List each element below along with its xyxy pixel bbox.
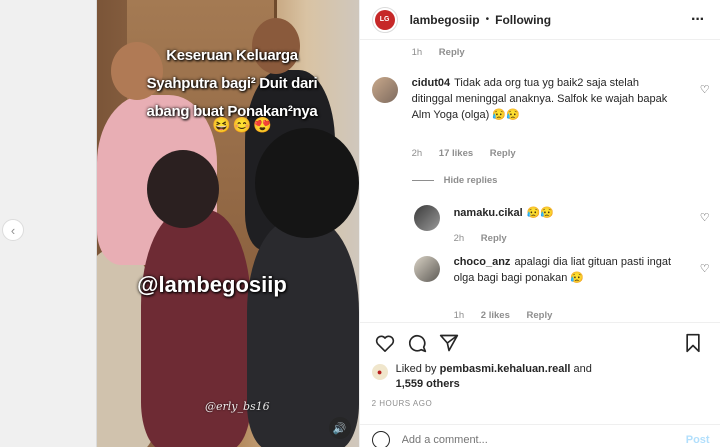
comment-time: 2h: [453, 233, 465, 244]
post-actions: [359, 322, 720, 362]
reply-item: choco_anz apalagi dia liat gituan pasti i…: [360, 254, 720, 321]
video-handle-overlay: @lambegosiip: [137, 272, 287, 297]
comment-meta: 1h Reply: [412, 47, 479, 58]
heart-icon[interactable]: ♡: [700, 262, 710, 275]
video-person-head: [255, 128, 359, 238]
likes-prefix: Liked by: [395, 363, 437, 375]
post-username[interactable]: lambegosiip: [410, 13, 480, 27]
comment-time: 2h: [411, 148, 423, 159]
avatar[interactable]: ●: [371, 364, 388, 380]
video-caption-emoji: 😆😊😍: [211, 117, 275, 134]
like-button[interactable]: [372, 330, 398, 356]
likes-text: Liked by pembasmi.kehaluan.reall and 1,5…: [396, 362, 592, 392]
comment-meta: 2h Reply: [454, 233, 521, 244]
comment-input[interactable]: [401, 433, 642, 446]
separator-dot: •: [485, 14, 490, 25]
save-button[interactable]: [680, 330, 706, 356]
following-button[interactable]: Following: [495, 13, 551, 27]
reply-button[interactable]: Reply: [481, 233, 507, 244]
reply-item: namaku.cikal 😥😥 ♡ 2h Reply: [360, 203, 720, 247]
carousel-prev-button[interactable]: ‹: [2, 219, 24, 241]
comment-button[interactable]: [404, 330, 430, 356]
bookmark-icon: [685, 333, 700, 353]
comment-item: cidut04 Tidak ada org tua yg baik2 saja s…: [360, 75, 720, 165]
share-button[interactable]: [436, 330, 462, 356]
comment-body: 😥😥: [526, 207, 555, 219]
heart-icon: [375, 335, 394, 352]
send-icon: [439, 334, 458, 351]
likes-joiner: and: [573, 363, 592, 375]
likes-others[interactable]: 1,559 others: [396, 378, 460, 390]
reply-button[interactable]: Reply: [527, 310, 553, 321]
comment-likes[interactable]: 17 likes: [439, 148, 473, 159]
post-side-panel: LG lambegosiip • Following ··· 1h Reply …: [358, 0, 720, 447]
post-header: LG lambegosiip • Following ···: [359, 0, 720, 40]
divider-line: [411, 180, 434, 181]
comment-likes[interactable]: 2 likes: [481, 310, 510, 321]
reply-button[interactable]: Reply: [439, 47, 465, 58]
video-watermark: @erly_bs16: [205, 400, 270, 413]
comment-icon: [408, 334, 426, 352]
avatar[interactable]: [413, 205, 440, 231]
video-caption-line: Keseruan Keluarga: [166, 47, 298, 64]
reply-button[interactable]: Reply: [490, 148, 516, 159]
comment-username[interactable]: choco_anz: [454, 256, 511, 268]
comment-username[interactable]: cidut04: [412, 77, 451, 89]
comment-text: choco_anz apalagi dia liat gituan pasti i…: [454, 254, 674, 286]
comments-list[interactable]: 1h Reply cidut04 Tidak ada org tua yg bai…: [360, 41, 720, 321]
chevron-left-icon: ‹: [10, 222, 16, 238]
post-timestamp: 2 HOURS AGO: [371, 399, 433, 408]
avatar[interactable]: LG: [371, 6, 398, 33]
video-caption-line: Syahputra bagi² Duit dari: [146, 75, 318, 92]
comment-time: 1h: [453, 310, 465, 321]
post-dialog: Keseruan Keluarga Syahputra bagi² Duit d…: [96, 0, 720, 447]
likes-summary: ● Liked by pembasmi.kehaluan.reall and 1…: [371, 362, 712, 392]
hide-replies-button[interactable]: Hide replies: [411, 175, 498, 186]
more-horizontal-icon[interactable]: ···: [691, 11, 705, 29]
smiley-icon[interactable]: [371, 430, 390, 447]
comment-text: cidut04 Tidak ada org tua yg baik2 saja s…: [412, 75, 680, 123]
comment-text: namaku.cikal 😥😥: [454, 205, 674, 221]
video-person-head: [147, 150, 219, 228]
avatar[interactable]: [371, 77, 398, 103]
heart-icon[interactable]: ♡: [700, 83, 710, 96]
post-comment-button[interactable]: Post: [686, 434, 710, 446]
heart-icon[interactable]: ♡: [700, 211, 710, 224]
avatar[interactable]: [413, 256, 440, 282]
comment-meta: 2h 17 likes Reply: [412, 148, 530, 159]
comment-meta: 1h 2 likes Reply: [454, 310, 567, 321]
comment-time: 1h: [411, 47, 423, 58]
speaker-icon: 🔊: [332, 422, 347, 435]
post-video[interactable]: Keseruan Keluarga Syahputra bagi² Duit d…: [97, 0, 359, 447]
brand-logo: LG: [374, 9, 395, 30]
liker-username[interactable]: pembasmi.kehaluan.reall: [440, 363, 571, 375]
video-caption: Keseruan Keluarga Syahputra bagi² Duit d…: [137, 42, 327, 126]
hide-replies-label: Hide replies: [443, 175, 498, 186]
comment-username[interactable]: namaku.cikal: [454, 207, 523, 219]
add-comment-bar: Post: [359, 424, 720, 447]
sound-toggle-button[interactable]: 🔊: [328, 417, 351, 439]
